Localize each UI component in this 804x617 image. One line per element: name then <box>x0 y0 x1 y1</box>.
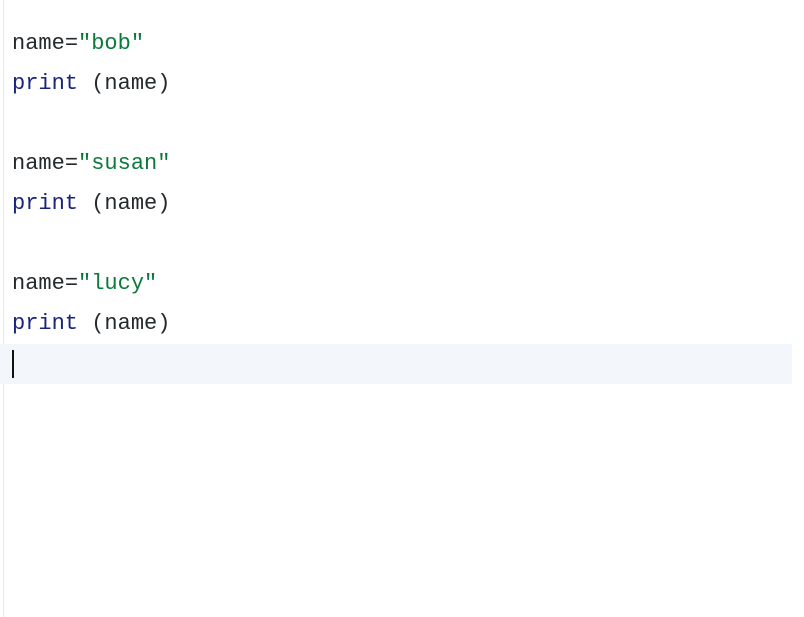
code-token: name <box>104 184 157 224</box>
code-editor[interactable]: name="bob"print (name)name="susan"print … <box>0 0 804 384</box>
code-token: print <box>12 184 78 224</box>
code-token: name <box>12 24 65 64</box>
code-token: ( <box>91 304 104 344</box>
code-token: ) <box>157 304 170 344</box>
code-token: name <box>104 64 157 104</box>
code-token <box>78 304 91 344</box>
code-line[interactable] <box>12 104 804 144</box>
code-line[interactable]: name="bob" <box>12 24 804 64</box>
code-token: name <box>12 144 65 184</box>
code-token: "lucy" <box>78 264 157 304</box>
code-token <box>78 184 91 224</box>
code-token <box>78 64 91 104</box>
code-token: "susan" <box>78 144 170 184</box>
text-cursor <box>12 350 14 378</box>
code-token: print <box>12 64 78 104</box>
code-line[interactable]: print (name) <box>12 184 804 224</box>
code-token: "bob" <box>78 24 144 64</box>
code-token: = <box>65 24 78 64</box>
code-token: ) <box>157 184 170 224</box>
code-token: name <box>12 264 65 304</box>
code-line[interactable]: name="lucy" <box>12 264 804 304</box>
code-token: = <box>65 264 78 304</box>
code-token: = <box>65 144 78 184</box>
code-token: ) <box>157 64 170 104</box>
code-line[interactable] <box>12 224 804 264</box>
code-line[interactable]: print (name) <box>12 64 804 104</box>
code-token: print <box>12 304 78 344</box>
code-line[interactable]: print (name) <box>12 304 804 344</box>
code-line[interactable]: name="susan" <box>12 144 804 184</box>
editor-gutter <box>0 0 4 617</box>
code-line[interactable] <box>0 344 792 384</box>
code-token: name <box>104 304 157 344</box>
code-token: ( <box>91 184 104 224</box>
code-token: ( <box>91 64 104 104</box>
